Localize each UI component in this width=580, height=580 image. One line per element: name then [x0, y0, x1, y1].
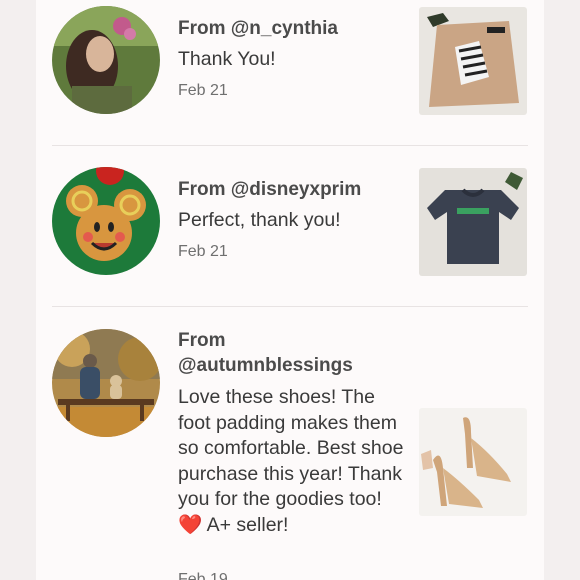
user-avatar-photo-icon [52, 6, 160, 114]
divider [52, 145, 528, 146]
autumn-bench-avatar-icon [52, 329, 160, 437]
zebra-sweater-photo-icon [419, 7, 527, 115]
divider [52, 306, 528, 307]
reviewer-avatar[interactable] [52, 329, 160, 437]
review-item-thumbnail[interactable] [419, 408, 527, 516]
review-message: Perfect, thank you! [178, 209, 341, 231]
reviewer-avatar[interactable] [52, 167, 160, 275]
review-message: Thank You! [178, 48, 276, 70]
review-item-thumbnail[interactable] [419, 168, 527, 276]
review-message: Love these shoes! The foot padding makes… [178, 386, 404, 536]
nude-heels-photo-icon [419, 408, 527, 516]
review-author[interactable]: From @disneyxprim [178, 177, 403, 202]
review-item-thumbnail[interactable] [419, 7, 527, 115]
reviewer-avatar[interactable] [52, 6, 160, 114]
navy-sweatshirt-photo-icon [419, 168, 527, 276]
review-date: Feb 21 [178, 82, 228, 99]
review-date: Feb 21 [178, 243, 228, 260]
mickey-cookie-avatar-icon [52, 167, 160, 275]
review-author[interactable]: From @n_cynthia [178, 16, 403, 41]
review-date: Feb 19 [178, 571, 228, 580]
review-author[interactable]: From @autumnblessings [178, 328, 403, 378]
reviews-list: From @n_cynthia Thank You! Feb 21 From @… [36, 0, 544, 580]
